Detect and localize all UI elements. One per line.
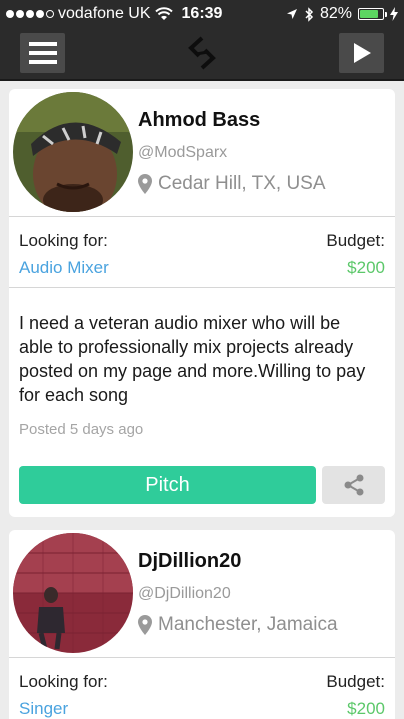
play-icon [353, 43, 371, 63]
hamburger-menu-icon [28, 42, 57, 46]
bluetooth-icon [305, 6, 314, 22]
battery-fill [360, 10, 379, 18]
user-name[interactable]: Ahmod Bass [138, 109, 260, 132]
user-handle[interactable]: @ModSparx [138, 144, 227, 162]
avatar[interactable] [13, 533, 133, 653]
location-text: Manchester, Jamaica [158, 614, 338, 635]
divider [9, 657, 395, 658]
map-pin-icon [138, 174, 152, 194]
user-location: Cedar Hill, TX, USA [138, 173, 326, 195]
share-icon [344, 474, 363, 496]
avatar[interactable] [13, 92, 133, 212]
budget-label: Budget: [326, 672, 385, 691]
post-card[interactable]: Ahmod Bass @ModSparx Cedar Hill, TX, USA… [9, 89, 395, 517]
map-pin-icon [138, 615, 152, 635]
battery-icon [358, 8, 387, 20]
app-logo-icon [188, 36, 216, 70]
status-right: 82% [286, 5, 398, 23]
status-bar: vodafone UK 16:39 82% [0, 0, 404, 28]
user-name[interactable]: DjDillion20 [138, 550, 241, 573]
user-handle[interactable]: @DjDillion20 [138, 585, 231, 603]
posted-time: Posted 5 days ago [19, 421, 144, 438]
divider [9, 287, 395, 288]
budget-label: Budget: [326, 231, 385, 250]
charging-bolt-icon [390, 7, 398, 21]
pitch-button[interactable]: Pitch [19, 466, 316, 504]
location-text: Cedar Hill, TX, USA [158, 173, 326, 194]
divider [9, 216, 395, 217]
looking-for-value[interactable]: Audio Mixer [19, 258, 109, 278]
share-button[interactable] [322, 466, 385, 504]
budget-value: $200 [347, 258, 385, 277]
looking-for-label: Looking for: [19, 672, 108, 691]
play-button[interactable] [339, 33, 384, 73]
looking-for-label: Looking for: [19, 231, 108, 250]
budget-value: $200 [347, 699, 385, 718]
looking-for-value[interactable]: Singer [19, 699, 68, 719]
post-description: I need a veteran audio mixer who will be… [19, 313, 366, 405]
hamburger-menu-button[interactable] [20, 33, 65, 73]
user-location: Manchester, Jamaica [138, 614, 338, 636]
battery-percent: 82% [319, 5, 352, 22]
location-arrow-icon [286, 9, 297, 19]
post-card[interactable]: DjDillion20 @DjDillion20 Manchester, Jam… [9, 530, 395, 719]
nav-bar [0, 28, 404, 81]
